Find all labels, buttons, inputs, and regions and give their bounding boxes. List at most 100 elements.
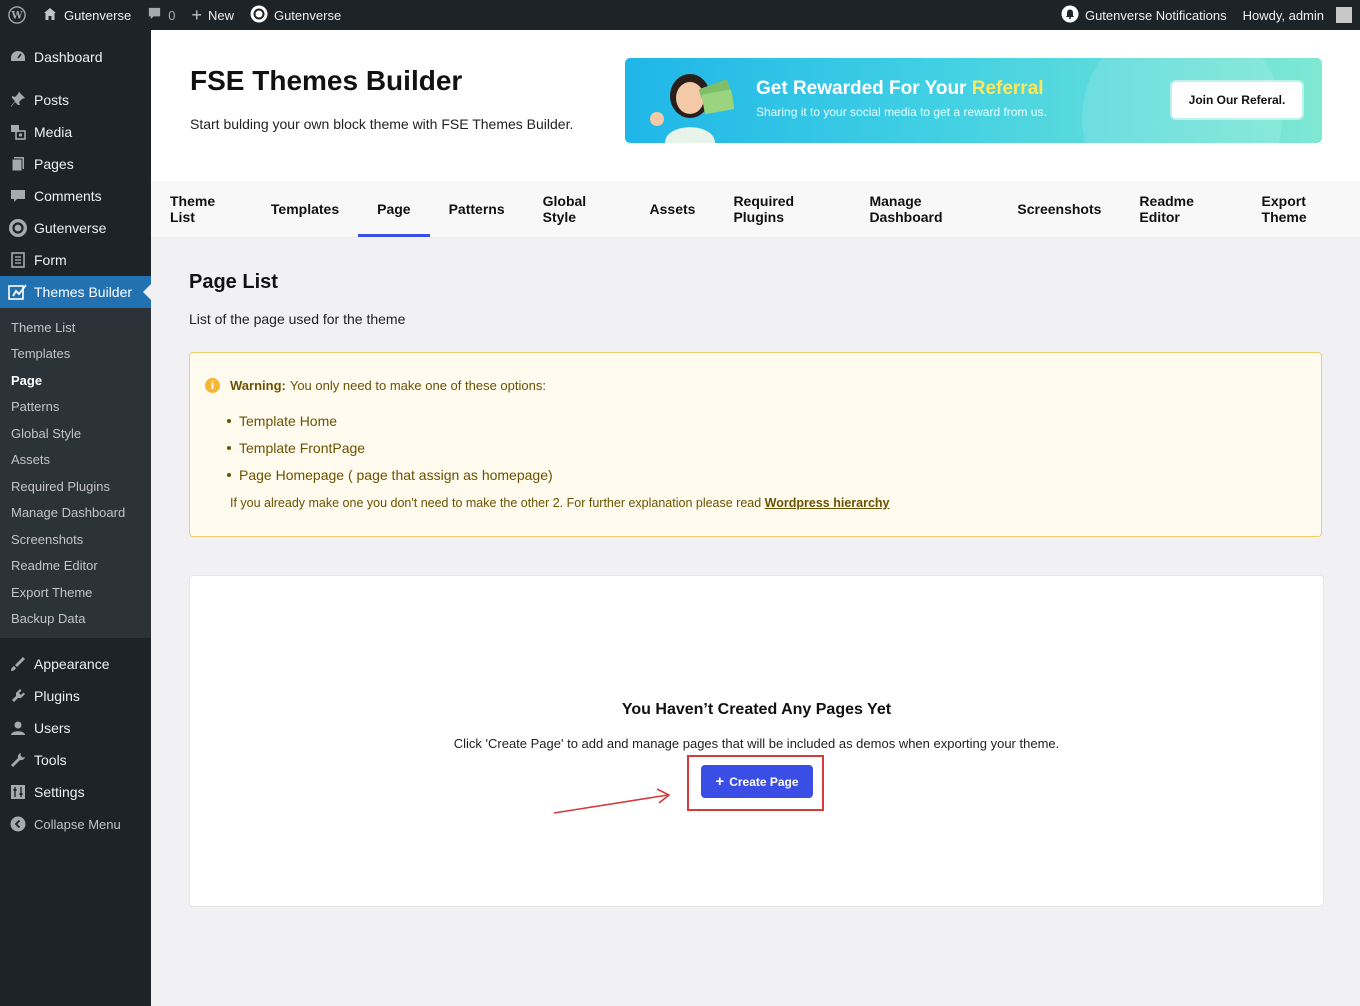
sidebar-item-form[interactable]: Form [0,244,151,276]
tab-readme-editor[interactable]: Readme Editor [1120,181,1242,237]
admin-bar: W Gutenverse 0 + New Gutenverse Gutenver… [0,0,1360,30]
sidebar-item-label: Themes Builder [34,284,133,300]
plus-icon: + [715,773,725,790]
sidebar-item-dashboard[interactable]: Dashboard [0,41,151,73]
tab-global-style[interactable]: Global Style [524,181,631,237]
submenu-page[interactable]: Page [0,367,151,394]
collapse-menu-label: Collapse Menu [34,816,121,832]
tab-page[interactable]: Page [358,181,431,237]
sidebar-item-settings[interactable]: Settings [0,776,151,808]
submenu-global-style[interactable]: Global Style [0,420,151,447]
sidebar-item-plugins[interactable]: Plugins [0,680,151,712]
collapse-menu-button[interactable]: Collapse Menu [0,808,151,840]
appearance-icon [8,654,28,674]
form-icon [8,250,28,270]
submenu-manage-dashboard[interactable]: Manage Dashboard [0,500,151,527]
create-page-label: Create Page [729,774,799,789]
submenu-export-theme[interactable]: Export Theme [0,579,151,606]
submenu-theme-list[interactable]: Theme List [0,314,151,341]
warning-text: You only need to make one of these optio… [289,378,546,393]
section-subtitle: List of the page used for the theme [189,311,406,327]
sidebar-item-gutenverse[interactable]: Gutenverse [0,212,151,244]
sidebar-item-posts[interactable]: Posts [0,84,151,116]
comment-icon [8,186,28,206]
banner-subtitle: Sharing it to your social media to get a… [756,105,1047,119]
builder-tabs: Theme List Templates Page Patterns Globa… [151,181,1360,237]
submenu-templates[interactable]: Templates [0,341,151,368]
sidebar-item-tools[interactable]: Tools [0,744,151,776]
tab-assets[interactable]: Assets [631,181,715,237]
sidebar-item-label: Gutenverse [34,220,107,236]
my-account-link[interactable]: Howdy, admin [1235,0,1360,30]
comments-link[interactable]: 0 [139,0,183,30]
users-icon [8,718,28,738]
submenu-readme-editor[interactable]: Readme Editor [0,553,151,580]
pin-icon [8,90,28,110]
tab-manage-dashboard[interactable]: Manage Dashboard [850,181,998,237]
warning-header: i Warning: You only need to make one of … [205,378,546,393]
page-header: FSE Themes Builder Start bulding your ow… [151,30,1360,181]
gutenverse-adminbar-link[interactable]: Gutenverse [242,0,349,30]
admin-sidebar: Dashboard Posts Media Pages Comments Gut… [0,30,151,1006]
comments-count: 0 [168,7,176,23]
banner-title-prefix: Get Rewarded For Your [756,78,972,99]
page-subtitle: Start bulding your own block theme with … [190,116,574,132]
avatar [1336,7,1352,23]
bell-icon [1061,5,1079,26]
themes-builder-submenu: Theme List Templates Page Patterns Globa… [0,308,151,638]
warning-footer: If you already make one you don't need t… [230,496,890,510]
tab-export-theme[interactable]: Export Theme [1243,181,1360,237]
warning-label: Warning: [230,378,286,393]
collapse-arrow-icon [8,814,28,834]
join-referral-button[interactable]: Join Our Referal. [1172,82,1302,118]
wordpress-hierarchy-link[interactable]: Wordpress hierarchy [765,496,890,510]
sidebar-item-label: Appearance [34,656,110,672]
new-content-link[interactable]: + New [183,0,242,30]
sidebar-item-pages[interactable]: Pages [0,148,151,180]
submenu-screenshots[interactable]: Screenshots [0,526,151,553]
plus-icon: + [191,4,202,25]
howdy-label: Howdy, admin [1242,7,1324,23]
annotation-arrow-icon [553,788,671,814]
submenu-required-plugins[interactable]: Required Plugins [0,473,151,500]
tab-patterns[interactable]: Patterns [430,181,524,237]
plugins-icon [8,686,28,706]
tab-theme-list[interactable]: Theme List [151,181,252,237]
sidebar-item-comments[interactable]: Comments [0,180,151,212]
empty-state-panel: You Haven’t Created Any Pages Yet Click … [189,575,1324,907]
banner-title: Get Rewarded For Your Referral [756,78,1044,100]
sidebar-item-label: Dashboard [34,49,103,65]
empty-state-title: You Haven’t Created Any Pages Yet [621,701,892,718]
page-title: FSE Themes Builder [190,65,463,96]
list-item: Page Homepage ( page that assign as home… [239,461,553,488]
gutenverse-icon [8,218,28,238]
submenu-patterns[interactable]: Patterns [0,394,151,421]
sidebar-item-label: Tools [34,752,67,768]
tab-screenshots[interactable]: Screenshots [998,181,1120,237]
gutenverse-label: Gutenverse [273,7,342,23]
submenu-backup-data[interactable]: Backup Data [0,606,151,633]
sidebar-item-label: Comments [34,188,102,204]
referral-banner[interactable]: Get Rewarded For Your Referral Sharing i… [625,58,1322,143]
pages-icon [8,154,28,174]
gutenverse-logo-icon [250,5,268,26]
notifications-link[interactable]: Gutenverse Notifications [1053,0,1235,30]
create-page-button[interactable]: + Create Page [701,765,813,798]
banner-title-highlight: Referral [971,78,1044,99]
site-name-label: Gutenverse [64,7,132,23]
list-item: Template FrontPage [239,434,553,461]
site-name-link[interactable]: Gutenverse [34,0,139,30]
submenu-assets[interactable]: Assets [0,447,151,474]
sidebar-item-media[interactable]: Media [0,116,151,148]
themes-builder-icon [8,282,28,302]
sidebar-item-themes-builder[interactable]: Themes Builder [0,276,151,308]
sidebar-item-appearance[interactable]: Appearance [0,648,151,680]
sidebar-item-label: Plugins [34,688,80,704]
section-title: Page List [189,271,278,293]
sidebar-item-label: Form [34,252,67,268]
tab-required-plugins[interactable]: Required Plugins [714,181,850,237]
tab-templates[interactable]: Templates [252,181,358,237]
svg-text:W: W [10,11,23,22]
sidebar-item-users[interactable]: Users [0,712,151,744]
wordpress-logo-icon[interactable]: W [0,0,34,30]
